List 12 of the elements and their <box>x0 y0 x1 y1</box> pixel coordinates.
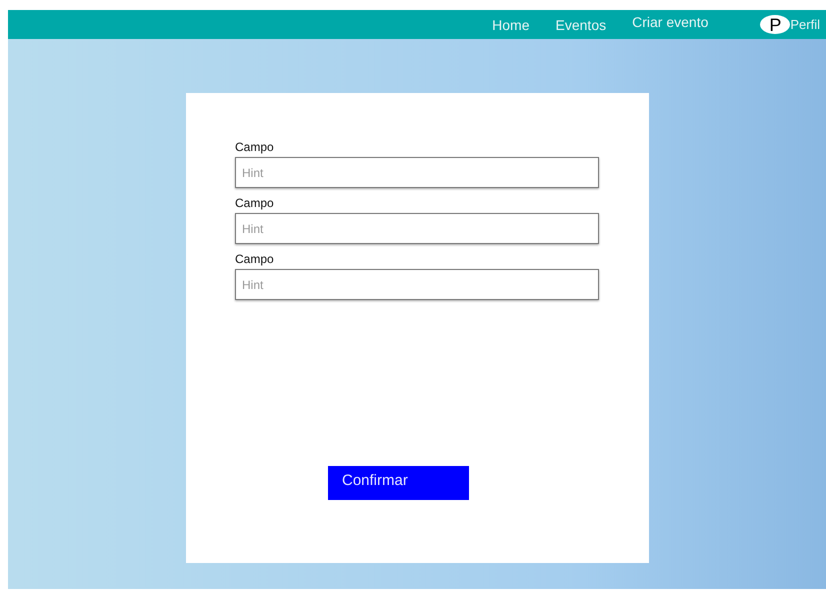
input-field[interactable]: Hint <box>235 213 599 244</box>
profile-avatar[interactable]: P <box>760 15 790 34</box>
profile-link[interactable]: Perfil <box>790 17 820 32</box>
input-field[interactable]: Hint <box>235 157 599 188</box>
nav-link[interactable]: Home <box>492 16 530 32</box>
field-label: Campo <box>235 140 275 154</box>
field-label: Campo <box>235 252 275 266</box>
nav-link[interactable]: Eventos <box>556 16 606 32</box>
field-label: Campo <box>235 196 275 210</box>
input-field[interactable]: Hint <box>235 269 599 300</box>
confirm-button[interactable]: Confirmar <box>328 466 469 500</box>
nav-link[interactable]: Criar evento <box>632 14 708 30</box>
